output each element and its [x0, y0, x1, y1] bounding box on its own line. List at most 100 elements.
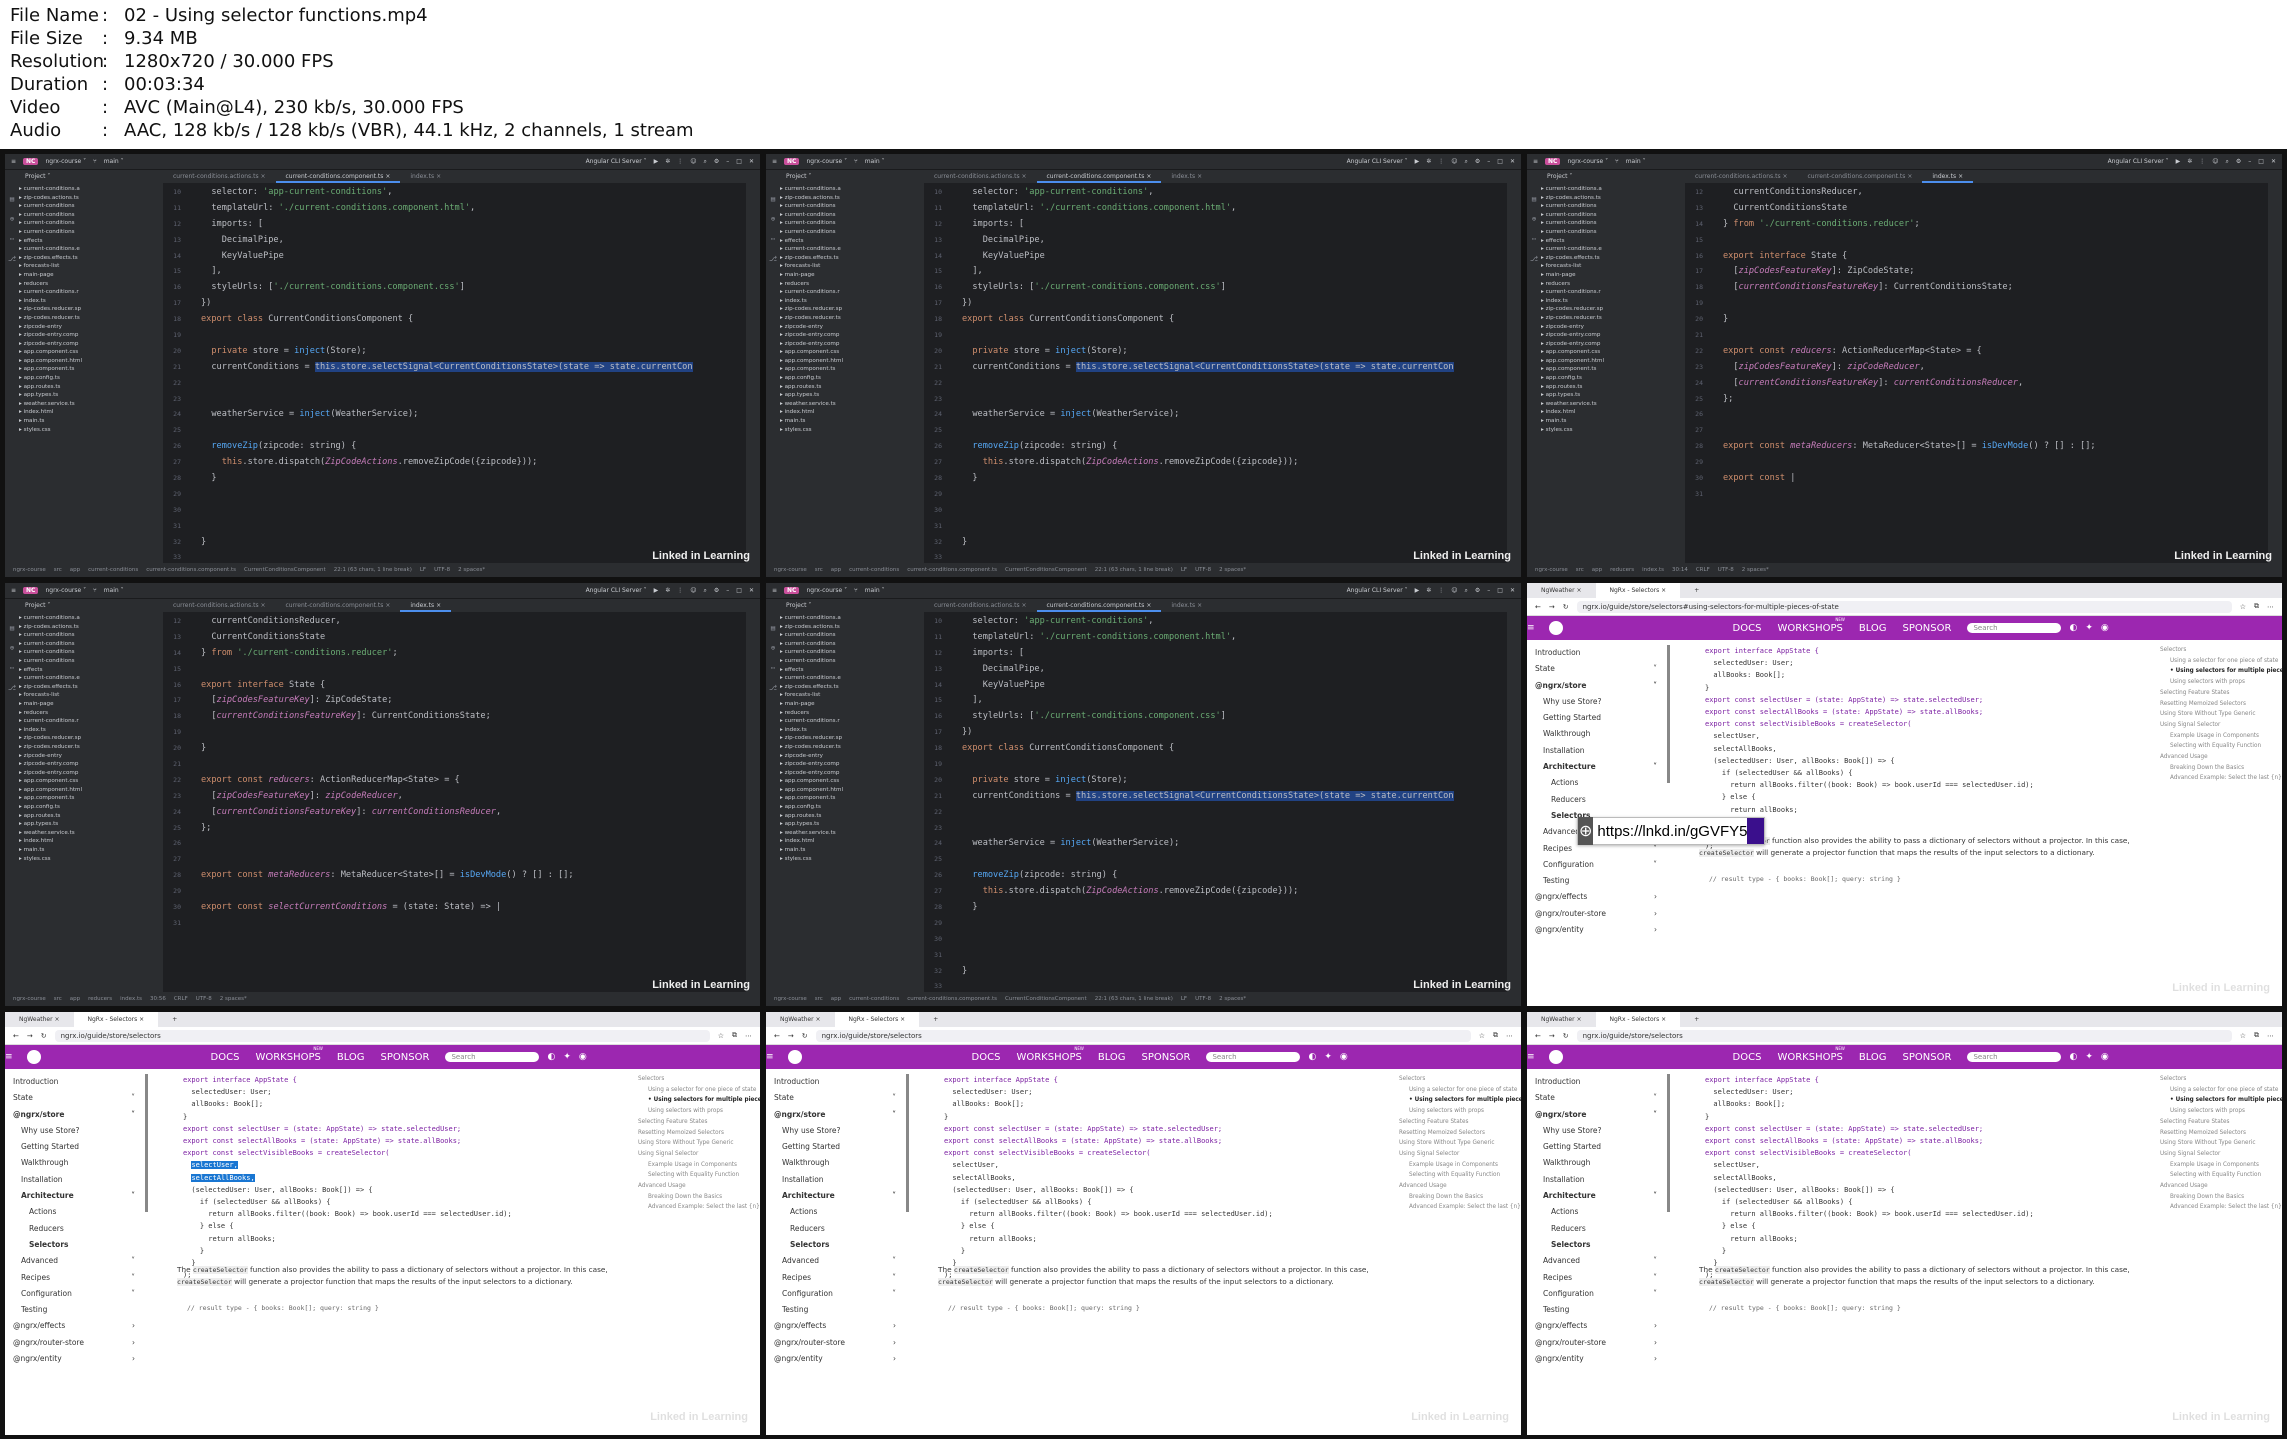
editor-tab[interactable]: current-conditions.component.ts × [1036, 599, 1162, 612]
sidebar-item[interactable]: Testing [1535, 873, 1665, 889]
menu-icon[interactable]: ⋯ [1506, 1032, 1513, 1040]
search-input[interactable]: Search [1967, 623, 2062, 633]
status-item[interactable]: UTF-8 [1195, 567, 1211, 573]
project-panel-label[interactable]: Project ˅ [766, 602, 924, 609]
tree-item[interactable]: ▸ forecasts-list [780, 262, 924, 271]
maximize-icon[interactable]: □ [1497, 158, 1503, 165]
forward-icon[interactable]: → [1549, 1032, 1555, 1040]
tree-item[interactable]: ▸ current-conditions [19, 640, 163, 649]
tree-item[interactable]: ▸ zip-codes.effects.ts [780, 683, 924, 692]
tree-item[interactable]: ▸ app.routes.ts [19, 812, 163, 821]
tree-item[interactable]: ▸ app.component.html [780, 357, 924, 366]
sidebar-item[interactable]: Configuration ˅ [13, 1286, 143, 1302]
nav-workshops[interactable]: WORKSHOPS NEW [1777, 1046, 1844, 1063]
minimize-icon[interactable]: – [726, 587, 729, 594]
nav-sponsor[interactable]: SPONSOR [1903, 1052, 1952, 1063]
browser-tab[interactable]: NgWeather × [1527, 583, 1596, 598]
sidebar-item[interactable]: Why use Store? [1535, 694, 1665, 710]
run-icon[interactable]: ▶ [654, 587, 659, 594]
tool-window-icon[interactable]: ▤ [766, 195, 780, 203]
tree-item[interactable]: ▸ zip-codes.actions.ts [780, 194, 924, 203]
tree-item[interactable]: ▸ zipcode-entry [780, 323, 924, 332]
sidebar-item[interactable]: Introduction [13, 1074, 143, 1090]
status-item[interactable]: current-conditions [849, 567, 899, 573]
sidebar-item[interactable]: Introduction [1535, 645, 1665, 661]
sidebar-item[interactable]: Reducers [13, 1221, 143, 1237]
sidebar-item[interactable]: Introduction [1535, 1074, 1665, 1090]
status-item[interactable]: current-conditions.component.ts [146, 567, 236, 573]
tree-item[interactable]: ▸ zipcode-entry [780, 752, 924, 761]
status-item[interactable]: ngrx-course [774, 567, 807, 573]
sidebar-item[interactable]: @ngrx/router-store › [1535, 906, 1665, 922]
forward-icon[interactable]: → [1549, 603, 1555, 611]
tree-item[interactable]: ▸ zip-codes.reducer.ts [1541, 314, 1685, 323]
sidebar-item[interactable]: Getting Started [1535, 710, 1665, 726]
tool-window-icon[interactable]: ⎇ [5, 255, 19, 263]
toc-item[interactable]: Selectors [2160, 645, 2282, 656]
close-icon[interactable]: ✕ [1510, 158, 1515, 165]
toc-item[interactable]: Advanced Example: Select the last {n} st… [2160, 1202, 2282, 1213]
maximize-icon[interactable]: □ [736, 158, 742, 165]
nav-sponsor[interactable]: SPONSOR [381, 1052, 430, 1063]
nav-blog[interactable]: BLOG [1859, 1052, 1887, 1063]
nav-blog[interactable]: BLOG [337, 1052, 365, 1063]
close-icon[interactable]: ✕ [2271, 158, 2276, 165]
tree-item[interactable]: ▸ current-conditions [780, 640, 924, 649]
project-panel-label[interactable]: Project ˅ [1527, 173, 1685, 180]
sidebar-item[interactable]: Actions [13, 1204, 143, 1220]
tree-item[interactable]: ▸ main-page [19, 271, 163, 280]
tree-item[interactable]: ▸ current-conditions [19, 657, 163, 666]
tree-item[interactable]: ▸ zip-codes.reducer.sp [780, 734, 924, 743]
tree-item[interactable]: ▸ effects [780, 237, 924, 246]
hamburger-icon[interactable]: ≡ [772, 587, 777, 594]
toc-item[interactable]: Using Signal Selector [2160, 1149, 2282, 1160]
editor-tab[interactable]: current-conditions.component.ts × [275, 170, 401, 183]
tree-item[interactable]: ▸ current-conditions [780, 631, 924, 640]
toc-item[interactable]: • Using selectors for multiple pieces of… [1399, 1095, 1521, 1106]
nav-docs[interactable]: DOCS [1733, 623, 1762, 634]
sidebar-scrollbar[interactable] [906, 1074, 909, 1212]
status-item[interactable]: LF [1181, 567, 1187, 573]
sidebar-item[interactable]: Why use Store? [774, 1123, 904, 1139]
toc-item[interactable]: Resetting Memoized Selectors [2160, 1128, 2282, 1139]
sidebar-item[interactable]: Testing [13, 1302, 143, 1318]
editor-tab[interactable]: index.ts × [1161, 170, 1212, 183]
browser-tab[interactable]: NgWeather × [1527, 1012, 1596, 1027]
tree-item[interactable]: ▸ current-conditions [780, 657, 924, 666]
tree-item[interactable]: ▸ app.component.css [19, 348, 163, 357]
status-item[interactable]: UTF-8 [196, 996, 212, 1002]
tree-item[interactable]: ▸ current-conditions.r [780, 717, 924, 726]
editor-tab[interactable]: index.ts × [1161, 599, 1212, 612]
status-item[interactable]: CurrentConditionsComponent [244, 567, 326, 573]
tree-item[interactable]: ▸ zip-codes.reducer.sp [1541, 305, 1685, 314]
new-tab-button[interactable]: + [158, 1012, 191, 1027]
toc-item[interactable]: Selectors [2160, 1074, 2282, 1085]
sidebar-item[interactable]: Recipes ˅ [774, 1270, 904, 1286]
tree-item[interactable]: ▸ index.html [780, 837, 924, 846]
browser-tab[interactable]: NgRx - Selectors × [73, 1012, 159, 1027]
status-item[interactable]: CRLF [1696, 567, 1710, 573]
tree-item[interactable]: ▸ weather.service.ts [19, 400, 163, 409]
status-item[interactable]: current-conditions.component.ts [907, 567, 997, 573]
toc-item[interactable]: Using Signal Selector [2160, 720, 2282, 731]
status-item[interactable]: src [1576, 567, 1584, 573]
sidebar-scrollbar[interactable] [1667, 645, 1670, 783]
branch-name[interactable]: main ˅ [865, 587, 885, 594]
tree-item[interactable]: ▸ app.types.ts [1541, 391, 1685, 400]
tree-item[interactable]: ▸ app.component.ts [19, 365, 163, 374]
toc-item[interactable]: Advanced Example: Select the last {n} st… [1399, 1202, 1521, 1213]
debug-icon[interactable]: ✲ [665, 158, 670, 165]
tool-window-icon[interactable]: ▤ [1527, 195, 1541, 203]
search-input[interactable]: Search [1206, 1052, 1301, 1062]
back-icon[interactable]: ← [1535, 603, 1541, 611]
reload-icon[interactable]: ↻ [41, 1032, 47, 1040]
run-icon[interactable]: ▶ [654, 158, 659, 165]
status-item[interactable]: ngrx-course [13, 567, 46, 573]
sidebar-item[interactable]: Advanced ˅ [13, 1253, 143, 1269]
sidebar-scrollbar[interactable] [1667, 1074, 1670, 1212]
new-tab-button[interactable]: + [1680, 1012, 1713, 1027]
tool-window-icon[interactable]: ⋯ [1527, 235, 1541, 243]
toc-item[interactable]: • Using selectors for multiple pieces of… [2160, 1095, 2282, 1106]
user-icon[interactable]: ☺ [690, 158, 696, 165]
twitter-icon[interactable]: ✦ [2085, 623, 2093, 633]
